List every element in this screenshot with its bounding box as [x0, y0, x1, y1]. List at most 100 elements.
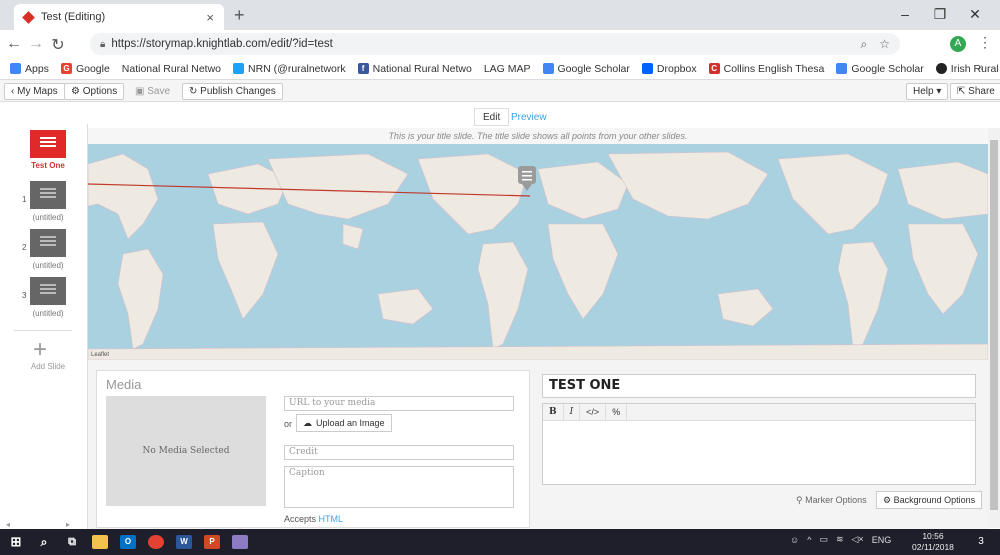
restore-icon[interactable]: ❐ — [925, 6, 955, 23]
word-icon[interactable]: W — [176, 535, 192, 549]
bookmark-nrn-twitter[interactable]: NRN (@ruralnetwork — [233, 63, 346, 75]
slide-label: (untitled) — [32, 213, 64, 222]
vertical-scrollbar[interactable] — [988, 128, 1000, 528]
bookmark-national-rural-network-facebook[interactable]: f National Rural Netwo — [357, 63, 472, 75]
slide-thumbnail-2[interactable] — [30, 229, 66, 257]
scroll-left-icon[interactable]: ◂ — [6, 520, 10, 529]
scroll-right-icon[interactable]: ▸ — [66, 520, 70, 529]
slide-number: 3 — [22, 291, 27, 300]
scrollbar-thumb[interactable] — [990, 140, 998, 510]
publish-changes-button[interactable]: ↻ Publish Changes — [182, 83, 283, 100]
bookmark-apps[interactable]: Apps — [10, 63, 49, 75]
italic-button[interactable]: I — [564, 403, 581, 421]
bookmark-collins-thesaurus[interactable]: C Collins English Thesa — [708, 63, 824, 75]
save-button[interactable]: ▣ Save — [128, 83, 177, 100]
upload-image-button[interactable]: ☁ Upload an Image — [296, 414, 392, 432]
slide-lines-icon — [40, 284, 56, 296]
bold-button[interactable]: B — [543, 403, 564, 421]
marker-options-button[interactable]: ⚲ Marker Options — [790, 491, 873, 509]
outlook-icon[interactable]: O — [120, 535, 136, 549]
sidebar-divider — [14, 330, 72, 331]
bookmark-google-scholar[interactable]: Google Scholar — [542, 63, 630, 75]
credit-input[interactable]: Credit — [284, 445, 514, 460]
title-slide-hint: This is your title slide. The title slid… — [88, 128, 988, 144]
system-tray: ☺ ^ ▭ ≋ ◁× ENG — [790, 534, 891, 545]
people-icon[interactable]: ☺ — [790, 535, 799, 545]
bookmark-irish-rural-link[interactable]: Irish Rural Link — [935, 63, 1000, 75]
slide-lines-icon — [40, 236, 56, 248]
window-close-icon[interactable]: ✕ — [960, 6, 990, 23]
volume-icon[interactable]: ◁× — [852, 534, 864, 545]
map-svg — [88, 151, 988, 360]
forward-icon[interactable]: → — [26, 35, 46, 53]
slide-label: (untitled) — [32, 261, 64, 270]
lock-icon: 🔒︎ — [100, 38, 106, 50]
background-options-button[interactable]: ⚙ Background Options — [876, 491, 983, 509]
language-indicator[interactable]: ENG — [872, 535, 892, 545]
slide-number: 2 — [22, 243, 27, 252]
windows-start-icon[interactable]: ⊞ — [8, 535, 24, 549]
continents — [88, 151, 988, 360]
new-tab-icon[interactable]: + — [234, 5, 245, 26]
media-url-input[interactable]: URL to your media — [284, 396, 514, 411]
share-icon: ⇱ — [957, 86, 969, 97]
title-slide-label: Test One — [31, 161, 65, 170]
storymap-favicon-icon — [22, 10, 35, 24]
title-slide-thumbnail[interactable] — [30, 130, 66, 158]
bookmark-national-rural-network[interactable]: National Rural Netwo — [122, 63, 221, 75]
wifi-icon[interactable]: ≋ — [836, 534, 844, 545]
bookmark-google[interactable]: G Google — [60, 63, 110, 75]
tab-close-icon[interactable]: × — [206, 10, 214, 25]
leaflet-attribution[interactable]: Leaflet — [91, 352, 109, 358]
facebook-icon: f — [357, 63, 369, 74]
link-button[interactable]: % — [606, 403, 628, 421]
file-explorer-icon[interactable] — [92, 535, 108, 549]
slide-thumbnail-3[interactable] — [30, 277, 66, 305]
dropbox-icon — [641, 63, 653, 74]
add-slide-label[interactable]: Add Slide — [18, 362, 78, 371]
search-icon[interactable]: ⌕ — [36, 535, 52, 549]
minimize-icon[interactable]: – — [890, 6, 920, 22]
chrome-icon[interactable] — [148, 535, 164, 549]
world-map[interactable] — [88, 144, 988, 360]
reload-icon[interactable]: ↻ — [48, 35, 68, 55]
bookmarks-overflow-icon[interactable]: » — [978, 62, 984, 73]
task-view-icon[interactable]: ⧉ — [64, 535, 80, 549]
bookmark-star-icon[interactable]: ☆ — [879, 37, 890, 51]
profile-avatar[interactable]: A — [950, 36, 966, 52]
html-link[interactable]: HTML — [319, 514, 344, 524]
bookmark-dropbox[interactable]: Dropbox — [641, 63, 697, 75]
address-bar[interactable]: 🔒︎ https://storymap.knightlab.com/edit/?… — [90, 33, 900, 55]
refresh-icon: ↻ — [189, 86, 201, 97]
media-preview: No Media Selected — [106, 396, 266, 506]
help-button[interactable]: Help ▾ — [906, 83, 949, 100]
headline-input[interactable]: TEST ONE — [542, 374, 976, 398]
twitter-icon — [233, 63, 245, 74]
back-icon[interactable]: ← — [4, 35, 24, 53]
accepts-note: Accepts HTML — [284, 514, 344, 524]
bookmark-lag-map[interactable]: LAG MAP — [484, 63, 531, 75]
options-button[interactable]: ⚙ Options — [64, 83, 125, 100]
battery-icon[interactable]: ▭ — [819, 534, 828, 545]
browser-tab[interactable]: Test (Editing) × — [14, 4, 224, 30]
edit-tab[interactable]: Edit — [474, 108, 510, 126]
slide-lines-icon — [40, 137, 56, 149]
notifications-icon[interactable]: 3 — [972, 533, 990, 551]
bookmark-google-scholar-2[interactable]: Google Scholar — [836, 63, 924, 75]
tray-chevron-icon[interactable]: ^ — [807, 535, 811, 545]
google-icon: G — [60, 63, 72, 74]
preview-tab[interactable]: Preview — [507, 108, 551, 126]
zoom-icon[interactable]: ⌕ — [861, 37, 868, 52]
slide-thumbnail-1[interactable] — [30, 181, 66, 209]
powerpoint-icon[interactable]: P — [204, 535, 220, 549]
share-button[interactable]: ⇱ Share — [950, 83, 1000, 100]
slide-number: 1 — [22, 195, 27, 204]
code-button[interactable]: </> — [580, 403, 607, 421]
taskbar-clock[interactable]: 10:56 02/11/2018 — [912, 531, 954, 553]
browser-menu-icon[interactable]: ⋮ — [978, 34, 992, 51]
caption-textarea[interactable]: Caption — [284, 466, 514, 508]
add-slide-plus-icon[interactable]: + — [33, 336, 47, 364]
media-header: Media — [106, 377, 142, 392]
paint-icon[interactable] — [232, 535, 248, 549]
my-maps-button[interactable]: ‹ My Maps — [4, 83, 65, 100]
